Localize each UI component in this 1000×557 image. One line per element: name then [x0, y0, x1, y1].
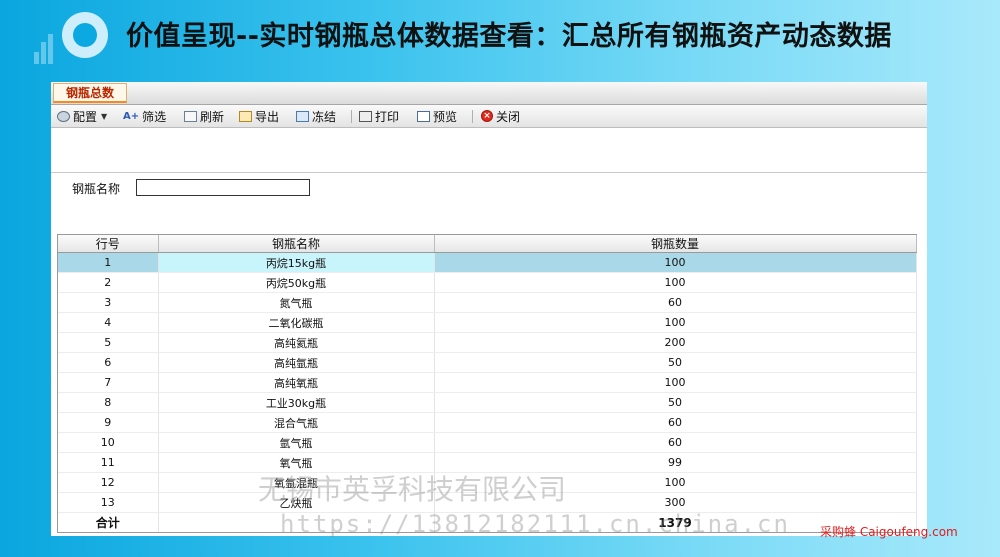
close-label: 关闭 [496, 109, 521, 124]
config-icon [57, 110, 70, 122]
filter-icon: A+ [123, 110, 140, 122]
col-header-row-number[interactable]: 行号 [58, 235, 159, 253]
table-row[interactable]: 6 高纯氩瓶 50 [58, 352, 917, 373]
cylinder-count-cell: 100 [434, 272, 917, 293]
table-row[interactable]: 2 丙烷50kg瓶 100 [58, 272, 917, 293]
row-number-cell: 10 [58, 432, 159, 453]
slide-title: 价值呈现--实时钢瓶总体数据查看：汇总所有钢瓶资产动态数据 [126, 21, 892, 52]
filter-label: 筛选 [142, 109, 167, 124]
decorative-bars [34, 34, 58, 64]
refresh-label: 刷新 [200, 109, 225, 124]
table-row[interactable]: 3 氮气瓶 60 [58, 292, 917, 313]
print-label: 打印 [375, 109, 400, 124]
row-number-cell: 3 [58, 292, 159, 313]
cylinder-count-cell: 60 [434, 292, 917, 313]
freeze-icon [296, 110, 309, 122]
row-number-cell: 9 [58, 412, 159, 433]
cylinder-name-cell: 混合气瓶 [158, 412, 435, 433]
row-number-cell: 1 [58, 252, 159, 273]
refresh-icon [184, 110, 197, 122]
row-number-cell: 13 [58, 492, 159, 513]
toolbar: 配置 ▼ A+ 筛选 刷新 导出 冻结 打印 预览 × 关闭 [51, 105, 927, 128]
row-number-cell: 7 [58, 372, 159, 393]
config-label: 配置 [73, 109, 98, 124]
close-icon: × [481, 110, 493, 122]
cylinder-count-cell: 100 [434, 312, 917, 333]
chevron-down-icon: ▼ [101, 111, 108, 121]
preview-button[interactable]: 预览 [417, 108, 457, 124]
row-number-cell: 11 [58, 452, 159, 473]
cylinder-count-cell: 60 [434, 432, 917, 453]
cylinder-count-cell: 60 [434, 412, 917, 433]
print-button[interactable]: 打印 [359, 108, 399, 124]
cylinder-name-cell: 丙烷15kg瓶 [158, 252, 435, 273]
row-number-cell: 5 [58, 332, 159, 353]
cylinder-name-cell: 高纯氧瓶 [158, 372, 435, 393]
slide-logo-ring [62, 12, 108, 58]
cylinder-count-cell: 50 [434, 352, 917, 373]
cylinder-name-label: 钢瓶名称 [72, 182, 121, 196]
print-icon [359, 110, 372, 122]
table-row[interactable]: 10 氩气瓶 60 [58, 432, 917, 453]
form-divider [51, 172, 927, 173]
company-watermark: 无锡市英孚科技有限公司 [258, 473, 567, 506]
toolbar-separator [351, 110, 352, 123]
export-icon [239, 110, 252, 122]
cylinder-name-cell: 高纯氦瓶 [158, 332, 435, 353]
cylinder-name-cell: 氩气瓶 [158, 432, 435, 453]
cylinder-name-cell: 工业30kg瓶 [158, 392, 435, 413]
cylinder-name-cell: 氮气瓶 [158, 292, 435, 313]
close-button[interactable]: × 关闭 [481, 108, 520, 124]
row-number-cell: 6 [58, 352, 159, 373]
preview-label: 预览 [433, 109, 458, 124]
cylinder-count-cell: 200 [434, 332, 917, 353]
export-button[interactable]: 导出 [239, 108, 279, 124]
table-row[interactable]: 1 丙烷15kg瓶 100 [58, 252, 917, 273]
row-number-cell: 4 [58, 312, 159, 333]
tab-cylinder-total[interactable]: 钢瓶总数 [53, 83, 127, 103]
table-row[interactable]: 4 二氧化碳瓶 100 [58, 312, 917, 333]
preview-icon [417, 110, 430, 122]
table-row[interactable]: 9 混合气瓶 60 [58, 412, 917, 433]
filter-button[interactable]: A+ 筛选 [123, 108, 166, 124]
grid-header-row: 行号 钢瓶名称 钢瓶数量 [58, 235, 917, 253]
col-header-cylinder-count[interactable]: 钢瓶数量 [434, 235, 917, 253]
table-row[interactable]: 8 工业30kg瓶 50 [58, 392, 917, 413]
col-header-cylinder-name[interactable]: 钢瓶名称 [158, 235, 435, 253]
row-number-cell: 8 [58, 392, 159, 413]
freeze-label: 冻结 [312, 109, 337, 124]
refresh-button[interactable]: 刷新 [184, 108, 224, 124]
toolbar-separator [472, 110, 473, 123]
cylinder-count-cell: 100 [434, 252, 917, 273]
cylinder-name-cell: 丙烷50kg瓶 [158, 272, 435, 293]
table-row[interactable]: 7 高纯氧瓶 100 [58, 372, 917, 393]
cylinder-name-input[interactable] [136, 179, 310, 196]
brand-watermark: 采购蜂 Caigoufeng.com [820, 525, 958, 539]
cylinder-count-cell: 50 [434, 392, 917, 413]
cylinder-name-cell: 二氧化碳瓶 [158, 312, 435, 333]
row-number-cell: 2 [58, 272, 159, 293]
tab-bar: 钢瓶总数 [51, 82, 927, 105]
freeze-button[interactable]: 冻结 [296, 108, 336, 124]
table-row[interactable]: 5 高纯氦瓶 200 [58, 332, 917, 353]
config-button[interactable]: 配置 ▼ [57, 108, 107, 124]
cylinder-count-cell: 100 [434, 372, 917, 393]
total-label: 合计 [58, 512, 159, 532]
url-watermark: https://13812182111.cn.china.cn [280, 510, 790, 538]
cylinder-name-cell: 高纯氩瓶 [158, 352, 435, 373]
row-number-cell: 12 [58, 472, 159, 493]
export-label: 导出 [255, 109, 280, 124]
